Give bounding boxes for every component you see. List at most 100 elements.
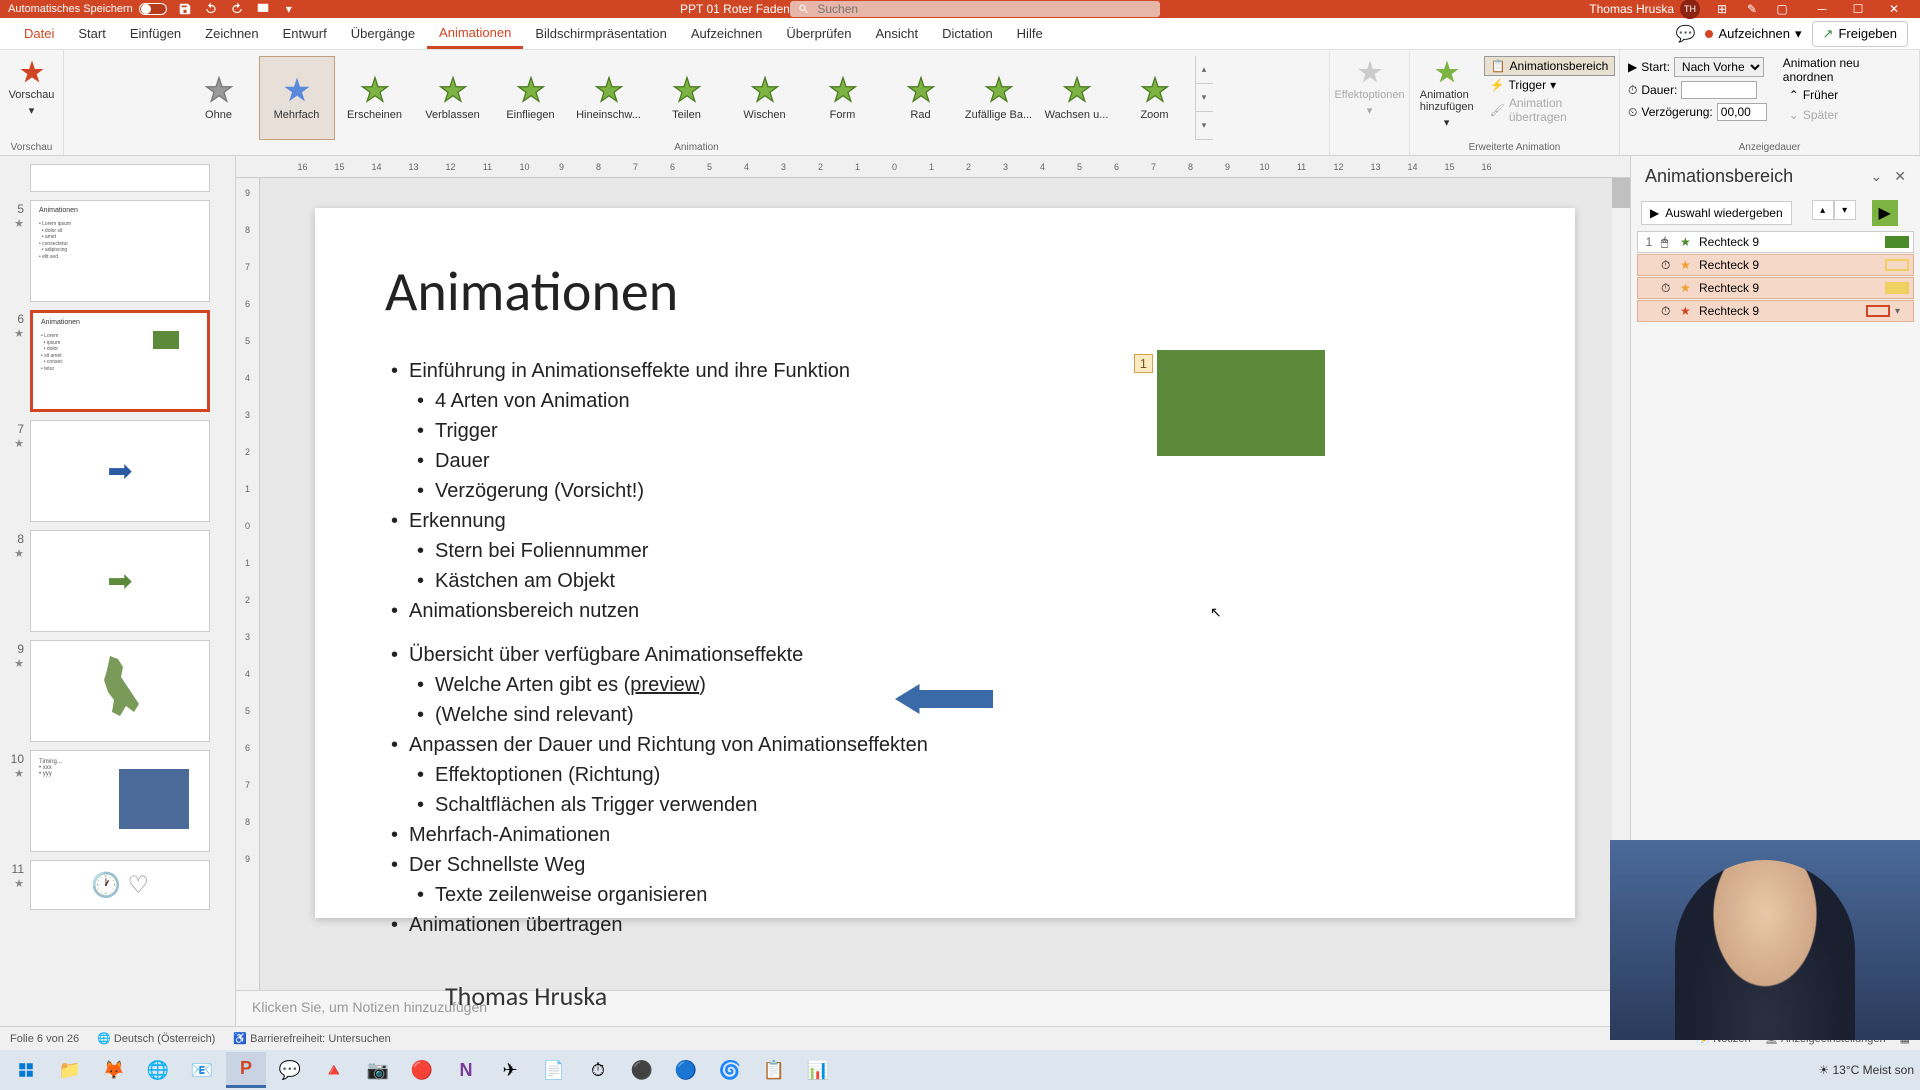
anim-zufaellig[interactable]: Zufällige Ba...	[961, 56, 1037, 140]
item-menu-icon[interactable]: ▾	[1895, 306, 1909, 317]
more-icon[interactable]: ▾	[281, 1, 297, 17]
slide-thumbnails[interactable]: 5★Animationen• Lorem ipsum • dolor sit •…	[0, 156, 236, 1026]
autosave-toggle[interactable]: Automatisches Speichern	[8, 3, 167, 15]
edit-icon[interactable]: ✎	[1744, 1, 1760, 17]
start-button[interactable]	[6, 1052, 46, 1088]
powerpoint-icon[interactable]: P	[226, 1052, 266, 1088]
tab-einfuegen[interactable]: Einfügen	[118, 20, 193, 47]
gallery-up[interactable]: ▴	[1196, 56, 1213, 84]
thumb-partial[interactable]	[30, 164, 210, 192]
tab-hilfe[interactable]: Hilfe	[1005, 20, 1055, 47]
pane-dropdown-icon[interactable]: ⌄	[1871, 168, 1883, 185]
pane-mode-button[interactable]: ▶	[1872, 200, 1898, 226]
firefox-icon[interactable]: 🦊	[94, 1052, 134, 1088]
scroll-thumb[interactable]	[1612, 178, 1630, 208]
anim-list-item[interactable]: 1🖱★Rechteck 9	[1637, 231, 1914, 253]
tab-ueberpruefen[interactable]: Überprüfen	[774, 20, 863, 47]
close-button[interactable]: ✕	[1876, 0, 1912, 18]
slide-canvas[interactable]: Animationen Einführung in Animationseffe…	[260, 178, 1630, 990]
telegram-icon[interactable]: ✈	[490, 1052, 530, 1088]
window-icon[interactable]: ▢	[1774, 1, 1790, 17]
user-account[interactable]: Thomas Hruska TH	[1589, 0, 1700, 19]
app-icon[interactable]: 📄	[534, 1052, 574, 1088]
anim-list-item[interactable]: ⏱★Rechteck 9▾	[1637, 300, 1914, 322]
anim-list-item[interactable]: ⏱★Rechteck 9	[1637, 277, 1914, 299]
slide-content-2[interactable]: Übersicht über verfügbare Animationseffe…	[385, 640, 1505, 940]
app-icon[interactable]: 📊	[798, 1052, 838, 1088]
anim-wischen[interactable]: Wischen	[727, 56, 803, 140]
present-icon[interactable]	[255, 1, 271, 17]
anim-wachsen[interactable]: Wachsen u...	[1039, 56, 1115, 140]
toggle-switch[interactable]	[139, 3, 167, 15]
tab-dictation[interactable]: Dictation	[930, 20, 1005, 47]
slide-title[interactable]: Animationen	[385, 258, 1505, 326]
animation-hinzufuegen-button[interactable]: Animation hinzufügen▾	[1414, 54, 1480, 133]
frueher-button[interactable]: ⌃ Früher	[1783, 86, 1911, 104]
thumb-7[interactable]: ➡	[30, 420, 210, 522]
vorschau-button[interactable]: Vorschau▾	[3, 54, 61, 121]
thumb-6[interactable]: Animationen• Lorem • ipsum • dolor• sit …	[30, 310, 210, 412]
comments-icon[interactable]: 💬	[1676, 24, 1696, 44]
search-box[interactable]	[790, 1, 1160, 17]
play-selection-button[interactable]: ▶ Auswahl wiedergeben	[1641, 201, 1792, 225]
app-icon[interactable]: 💬	[270, 1052, 310, 1088]
chrome-icon[interactable]: 🌐	[138, 1052, 178, 1088]
tab-zeichnen[interactable]: Zeichnen	[193, 20, 270, 47]
slide-content[interactable]: Einführung in Animationseffekte und ihre…	[385, 356, 1505, 626]
move-up-button[interactable]: ▴	[1812, 200, 1834, 220]
undo-icon[interactable]	[203, 1, 219, 17]
anim-zoom[interactable]: Zoom	[1117, 56, 1193, 140]
verzoegerung-input[interactable]	[1717, 103, 1767, 121]
anim-ohne[interactable]: Ohne	[181, 56, 257, 140]
verzoegerung-field[interactable]: ⏲ Verzögerung:	[1628, 102, 1767, 122]
outlook-icon[interactable]: 📧	[182, 1052, 222, 1088]
vlc-icon[interactable]: 🔺	[314, 1052, 354, 1088]
app-icon[interactable]: 🔵	[666, 1052, 706, 1088]
save-icon[interactable]	[177, 1, 193, 17]
tab-bildschirm[interactable]: Bildschirmpräsentation	[523, 20, 679, 47]
animationsbereich-button[interactable]: 📋 Animationsbereich	[1484, 56, 1616, 76]
animation-number-badge[interactable]: 1	[1134, 354, 1153, 373]
tab-ansicht[interactable]: Ansicht	[863, 20, 930, 47]
grid-icon[interactable]: ⊞	[1714, 1, 1730, 17]
weather-widget[interactable]: ☀ 13°C Meist son	[1818, 1063, 1914, 1077]
thumb-11[interactable]: 🕐 ♡	[30, 860, 210, 910]
app-icon[interactable]: 📷	[358, 1052, 398, 1088]
thumb-5[interactable]: Animationen• Lorem ipsum • dolor sit • a…	[30, 200, 210, 302]
move-down-button[interactable]: ▾	[1834, 200, 1856, 220]
tab-start[interactable]: Start	[66, 20, 117, 47]
thumb-8[interactable]: ➡	[30, 530, 210, 632]
tab-uebergaenge[interactable]: Übergänge	[339, 20, 427, 47]
tab-datei[interactable]: Datei	[12, 20, 66, 47]
tab-entwurf[interactable]: Entwurf	[271, 20, 339, 47]
search-input[interactable]	[817, 2, 1152, 16]
tab-animationen[interactable]: Animationen	[427, 19, 523, 49]
start-select[interactable]: Nach Vorher...	[1674, 57, 1764, 77]
anim-form[interactable]: Form	[805, 56, 881, 140]
anim-teilen[interactable]: Teilen	[649, 56, 725, 140]
explorer-icon[interactable]: 📁	[50, 1052, 90, 1088]
onenote-icon[interactable]: N	[446, 1052, 486, 1088]
anim-erscheinen[interactable]: Erscheinen	[337, 56, 413, 140]
anim-hineinschweben[interactable]: Hineinschw...	[571, 56, 647, 140]
thumb-9[interactable]	[30, 640, 210, 742]
language-status[interactable]: 🌐 Deutsch (Österreich)	[97, 1032, 215, 1045]
slide-counter[interactable]: Folie 6 von 26	[10, 1033, 79, 1045]
slide[interactable]: Animationen Einführung in Animationseffe…	[315, 208, 1575, 918]
anim-rad[interactable]: Rad	[883, 56, 959, 140]
anim-list-item[interactable]: ⏱★Rechteck 9	[1637, 254, 1914, 276]
tab-aufzeichnen[interactable]: Aufzeichnen	[679, 20, 775, 47]
green-rectangle-shape[interactable]	[1157, 350, 1325, 456]
start-field[interactable]: ▶ Start:Nach Vorher...	[1628, 56, 1767, 78]
obs-icon[interactable]: ⚫	[622, 1052, 662, 1088]
redo-icon[interactable]	[229, 1, 245, 17]
anim-verblassen[interactable]: Verblassen	[415, 56, 491, 140]
dauer-input[interactable]	[1681, 81, 1757, 99]
app-icon[interactable]: ⏱	[578, 1052, 618, 1088]
thumb-10[interactable]: Timing...• xxx• yyy	[30, 750, 210, 852]
anim-mehrfach[interactable]: Mehrfach	[259, 56, 335, 140]
trigger-button[interactable]: ⚡ Trigger ▾	[1484, 76, 1616, 94]
pane-close-icon[interactable]: ✕	[1894, 168, 1906, 185]
author-name[interactable]: Thomas Hruska	[445, 980, 1505, 1012]
accessibility-status[interactable]: ♿ Barrierefreiheit: Untersuchen	[233, 1032, 390, 1045]
